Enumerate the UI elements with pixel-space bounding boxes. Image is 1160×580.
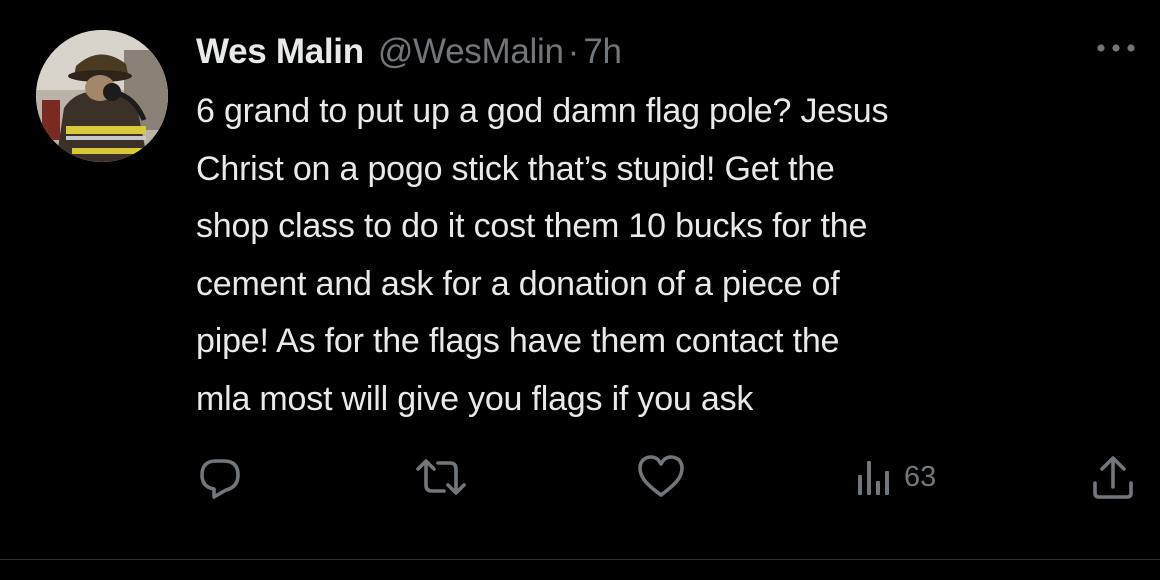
views-button[interactable]: 63 [856, 452, 936, 502]
share-button[interactable] [1090, 452, 1136, 502]
user-handle[interactable]: @WesMalin [378, 32, 564, 72]
avatar[interactable] [36, 30, 168, 162]
retweet-button[interactable] [414, 452, 468, 502]
bottom-divider [0, 559, 1160, 560]
views-chart-icon [858, 461, 889, 495]
action-bar: 63 [0, 452, 1160, 502]
share-icon [1093, 456, 1133, 499]
heart-icon [638, 455, 684, 497]
reply-icon [200, 459, 240, 499]
tweet: Wes Malin @WesMalin · 7h 6 grand to put … [0, 0, 1160, 560]
separator-dot: · [567, 32, 580, 71]
timestamp[interactable]: 7h [583, 32, 622, 72]
more-horizontal-icon [1097, 44, 1135, 52]
display-name[interactable]: Wes Malin [196, 32, 364, 72]
tweet-header: Wes Malin @WesMalin · 7h [196, 26, 622, 78]
like-button[interactable] [636, 452, 686, 502]
reply-button[interactable] [196, 452, 244, 502]
retweet-icon [416, 459, 466, 495]
firefighter-avatar [36, 30, 168, 162]
more-button[interactable] [1094, 34, 1138, 62]
views-count: 63 [904, 460, 937, 493]
tweet-text: 6 grand to put up a god damn flag pole? … [196, 92, 889, 418]
